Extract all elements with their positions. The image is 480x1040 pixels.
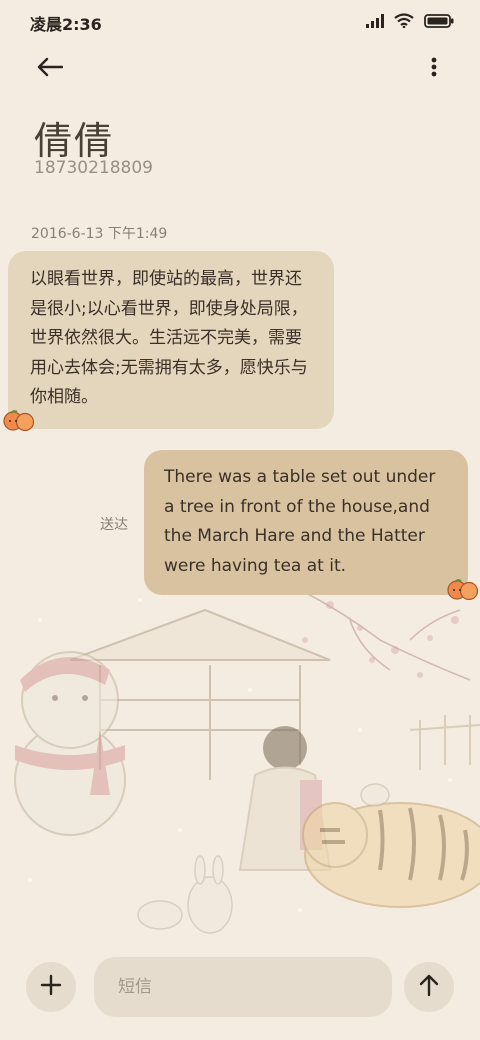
battery-icon [424,13,454,32]
contact-name: 倩倩 [34,119,115,163]
orange-sticker-icon [446,578,480,604]
back-button[interactable] [30,52,70,86]
incoming-message-bubble[interactable]: 以眼看世界，即使站的最高，世界还是很小;以心看世界，即使身处局限，世界依然很大。… [8,251,334,429]
status-icons [366,13,454,32]
status-bar: 凌晨2:36 [0,0,480,44]
outgoing-message-bubble[interactable]: There was a table set out under a tree i… [144,450,468,595]
more-options-button[interactable] [422,54,446,84]
status-time: 凌晨2:36 [30,15,102,34]
send-button[interactable] [404,962,454,1012]
plus-icon [40,974,62,1000]
wifi-icon [394,13,414,32]
signal-icon [366,13,384,32]
message-input[interactable] [94,957,392,1017]
wallpaper-illustration [14,589,480,934]
delivered-status: 送达 [100,517,128,533]
orange-sticker-icon [2,409,36,435]
send-arrow-icon [418,973,440,1001]
message-timestamp: 2016-6-13 下午1:49 [31,226,168,242]
back-arrow-icon [37,57,64,81]
more-vertical-icon [431,57,437,81]
add-attachment-button[interactable] [26,962,76,1012]
contact-phone[interactable]: 18730218809 [34,158,153,178]
